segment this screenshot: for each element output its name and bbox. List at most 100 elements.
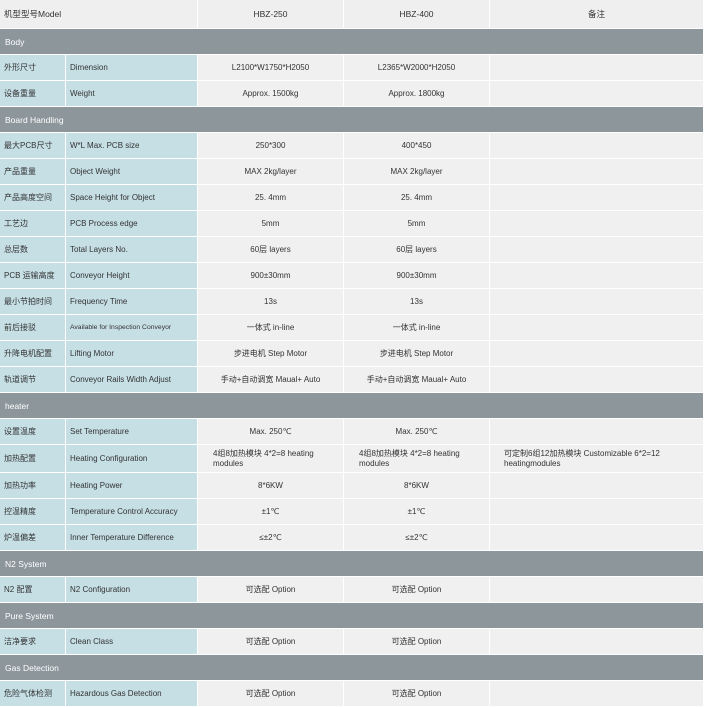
row-label-zh: 外形尺寸 [0, 55, 66, 81]
value-model-a: 60层 layers [198, 237, 344, 263]
value-model-b: 5mm [344, 211, 490, 237]
value-model-a: Approx. 1500kg [198, 81, 344, 107]
value-model-b: 可选配 Option [344, 629, 490, 655]
value-model-a: 步进电机 Step Motor [198, 341, 344, 367]
model-a-header: HBZ-250 [198, 0, 344, 29]
row-label-en: Conveyor Rails Width Adjust [66, 367, 198, 393]
value-model-a: 一体式 in-line [198, 315, 344, 341]
row-label-en: Temperature Control Accuracy [66, 499, 198, 525]
remark-cell [490, 237, 704, 263]
section-title-board-handling: Board Handling [0, 107, 704, 133]
value-model-b: 400*450 [344, 133, 490, 159]
value-model-b: 步进电机 Step Motor [344, 341, 490, 367]
table-row: 产品高度空间 Space Height for Object 25. 4mm 2… [0, 185, 704, 211]
value-model-a: 可选配 Option [198, 629, 344, 655]
value-model-a: 可选配 Option [198, 681, 344, 707]
section-row: heater [0, 393, 704, 419]
section-row: Body [0, 29, 704, 55]
table-row: 加热功率 Heating Power 8*6KW 8*6KW [0, 473, 704, 499]
remark-cell [490, 289, 704, 315]
row-label-en: Lifting Motor [66, 341, 198, 367]
value-model-b: MAX 2kg/layer [344, 159, 490, 185]
value-model-b: Approx. 1800kg [344, 81, 490, 107]
remark-cell [490, 315, 704, 341]
row-label-zh: 控温精度 [0, 499, 66, 525]
row-label-zh: 升降电机配置 [0, 341, 66, 367]
row-label-en: W*L Max. PCB size [66, 133, 198, 159]
row-label-en: N2 Configuration [66, 577, 198, 603]
row-label-zh: 最大PCB尺寸 [0, 133, 66, 159]
value-model-b: 4组8加热模块 4*2=8 heating modules [344, 445, 490, 473]
remark-cell [490, 263, 704, 289]
remark-cell [490, 499, 704, 525]
section-row: Pure System [0, 603, 704, 629]
section-title-heater: heater [0, 393, 704, 419]
remark-cell [490, 133, 704, 159]
value-model-b: L2365*W2000*H2050 [344, 55, 490, 81]
remark-cell [490, 681, 704, 707]
table-row: N2 配置 N2 Configuration 可选配 Option 可选配 Op… [0, 577, 704, 603]
value-model-b: ≤±2℃ [344, 525, 490, 551]
row-label-en: Available for Inspection Conveyor [66, 315, 198, 341]
row-label-en: Set Temperature [66, 419, 198, 445]
row-label-zh: N2 配置 [0, 577, 66, 603]
section-row: Gas Detection [0, 655, 704, 681]
value-model-b: 手动+自动调宽 Maual+ Auto [344, 367, 490, 393]
table-row: 设备重量 Weight Approx. 1500kg Approx. 1800k… [0, 81, 704, 107]
row-label-en: Space Height for Object [66, 185, 198, 211]
remark-cell [490, 419, 704, 445]
value-model-a: 250*300 [198, 133, 344, 159]
model-label: 机型型号Model [0, 0, 198, 29]
section-title-pure-system: Pure System [0, 603, 704, 629]
table-row: 总层数 Total Layers No. 60层 layers 60层 laye… [0, 237, 704, 263]
remark-cell [490, 81, 704, 107]
table-row: 前后接驳 Available for Inspection Conveyor 一… [0, 315, 704, 341]
row-label-zh: 总层数 [0, 237, 66, 263]
remark-cell [490, 211, 704, 237]
remark-header: 备注 [490, 0, 704, 29]
value-model-b: 25. 4mm [344, 185, 490, 211]
table-row: 洁净要求 Clean Class 可选配 Option 可选配 Option [0, 629, 704, 655]
remark-cell [490, 473, 704, 499]
remark-cell [490, 55, 704, 81]
row-label-en: PCB Process edge [66, 211, 198, 237]
row-label-en: Inner Temperature Difference [66, 525, 198, 551]
value-model-a: L2100*W1750*H2050 [198, 55, 344, 81]
table-row: 最大PCB尺寸 W*L Max. PCB size 250*300 400*45… [0, 133, 704, 159]
row-label-en: Total Layers No. [66, 237, 198, 263]
remark-cell [490, 367, 704, 393]
table-row: 最小节拍时间 Frequency Time 13s 13s [0, 289, 704, 315]
value-model-a: 5mm [198, 211, 344, 237]
value-model-b: Max. 250℃ [344, 419, 490, 445]
section-row: Board Handling [0, 107, 704, 133]
value-model-b: 13s [344, 289, 490, 315]
table-row: 升降电机配置 Lifting Motor 步进电机 Step Motor 步进电… [0, 341, 704, 367]
value-model-a: Max. 250℃ [198, 419, 344, 445]
row-label-zh: 设备重量 [0, 81, 66, 107]
table-row: 设置温度 Set Temperature Max. 250℃ Max. 250℃ [0, 419, 704, 445]
table-row: 危险气体检测 Hazardous Gas Detection 可选配 Optio… [0, 681, 704, 707]
table-row: 工艺边 PCB Process edge 5mm 5mm [0, 211, 704, 237]
remark-cell [490, 525, 704, 551]
section-row: N2 System [0, 551, 704, 577]
value-model-a: 手动+自动调宽 Maual+ Auto [198, 367, 344, 393]
row-label-en: Dimension [66, 55, 198, 81]
row-label-zh: 设置温度 [0, 419, 66, 445]
value-model-b: 8*6KW [344, 473, 490, 499]
spec-table: 机型型号Model HBZ-250 HBZ-400 备注 Body 外形尺寸 D… [0, 0, 704, 707]
value-model-b: 可选配 Option [344, 577, 490, 603]
remark-cell [490, 185, 704, 211]
remark-cell [490, 341, 704, 367]
section-title-n2-system: N2 System [0, 551, 704, 577]
row-label-en: Heating Power [66, 473, 198, 499]
row-label-zh: 前后接驳 [0, 315, 66, 341]
row-label-zh: 轨道调节 [0, 367, 66, 393]
row-label-zh: 危险气体检测 [0, 681, 66, 707]
value-model-a: 可选配 Option [198, 577, 344, 603]
row-label-zh: 洁净要求 [0, 629, 66, 655]
row-label-zh: PCB 运输高度 [0, 263, 66, 289]
value-model-a: 13s [198, 289, 344, 315]
section-title-gas-detection: Gas Detection [0, 655, 704, 681]
table-row: PCB 运输高度 Conveyor Height 900±30mm 900±30… [0, 263, 704, 289]
header-row: 机型型号Model HBZ-250 HBZ-400 备注 [0, 0, 704, 29]
